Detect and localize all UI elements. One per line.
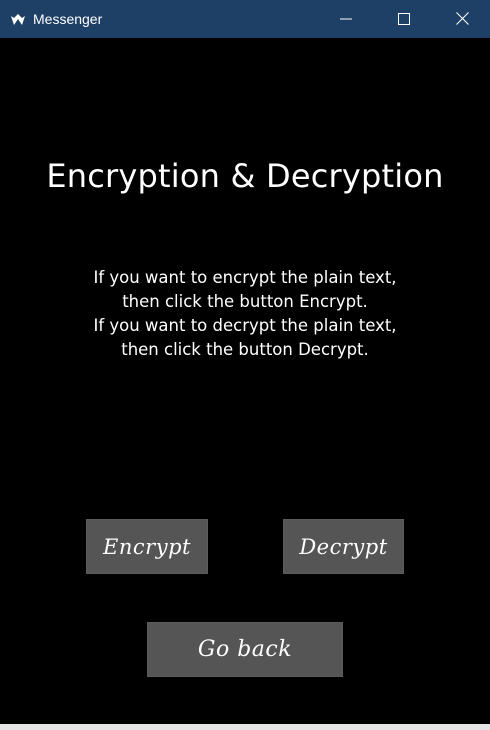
close-button[interactable]	[434, 0, 490, 38]
instruction-line: then click the button Encrypt.	[122, 292, 368, 311]
maximize-button[interactable]	[376, 0, 432, 38]
instructions-text: If you want to encrypt the plain text, t…	[40, 266, 450, 362]
encrypt-button[interactable]: Encrypt	[86, 519, 208, 574]
maximize-icon	[398, 10, 410, 29]
messenger-window: Messenger Encryption & Decryption If you…	[0, 0, 490, 730]
instruction-line: If you want to encrypt the plain text,	[93, 268, 397, 287]
decrypt-button[interactable]: Decrypt	[283, 519, 404, 574]
close-icon	[455, 10, 469, 29]
window-bottom-border	[0, 724, 490, 730]
minimize-button[interactable]	[318, 0, 374, 38]
window-title: Messenger	[33, 11, 103, 27]
title-bar[interactable]: Messenger	[0, 0, 490, 38]
minimize-icon	[340, 10, 352, 29]
instruction-line: If you want to decrypt the plain text,	[93, 316, 397, 335]
go-back-button[interactable]: Go back	[147, 622, 343, 677]
instruction-line: then click the button Decrypt.	[121, 340, 369, 359]
page-title: Encryption & Decryption	[46, 157, 444, 195]
app-logo-icon	[10, 12, 26, 26]
